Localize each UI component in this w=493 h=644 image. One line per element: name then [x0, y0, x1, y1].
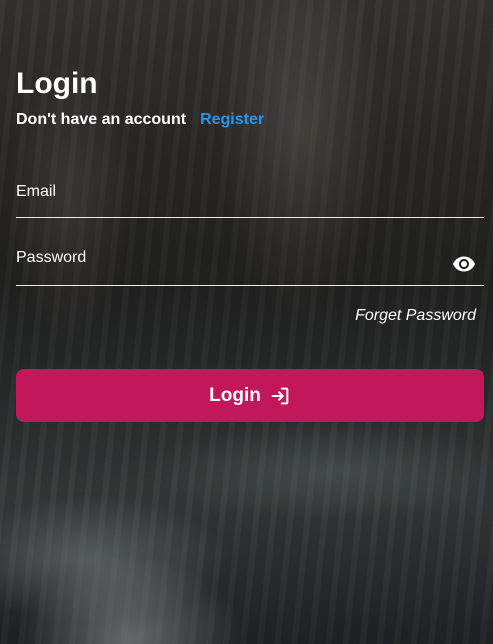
no-account-text: Don't have an account — [16, 111, 187, 128]
page-title: Login — [16, 67, 98, 100]
password-field — [16, 242, 484, 286]
email-field — [16, 176, 484, 218]
login-button[interactable]: Login — [16, 369, 484, 422]
eye-icon[interactable] — [452, 252, 476, 276]
email-input[interactable] — [16, 176, 436, 208]
register-prompt: Don't have an account Register — [16, 110, 264, 130]
register-link[interactable]: Register — [200, 111, 264, 128]
login-arrow-icon — [269, 385, 291, 407]
login-button-label: Login — [209, 384, 261, 406]
password-input[interactable] — [16, 242, 436, 274]
forgot-password-link[interactable]: Forget Password — [355, 306, 476, 326]
